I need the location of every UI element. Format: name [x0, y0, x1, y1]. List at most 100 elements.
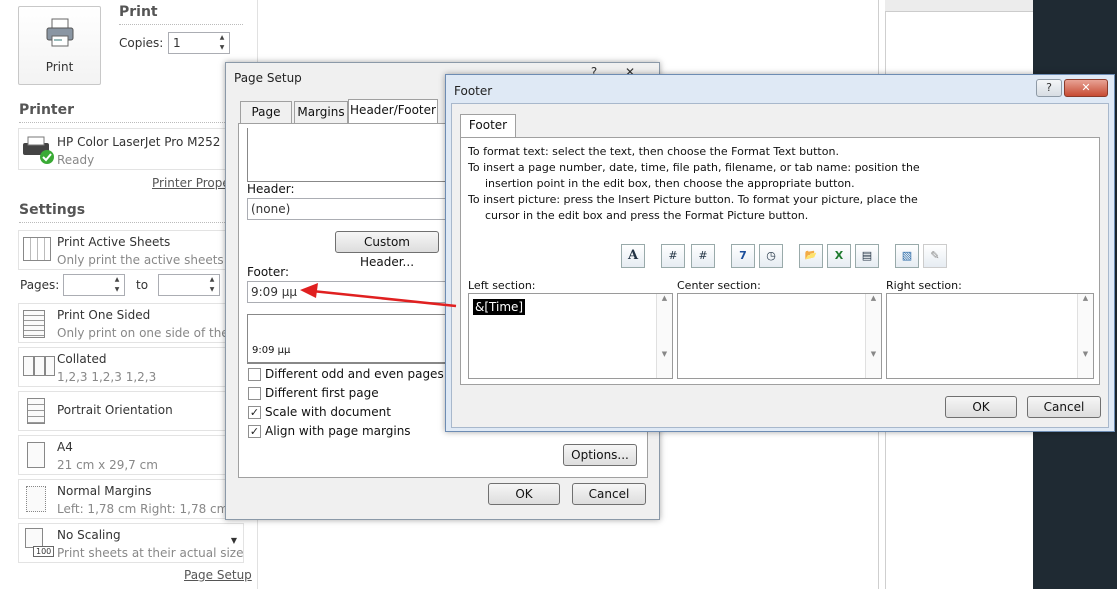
- pages-from-input[interactable]: ▲ ▼: [63, 274, 125, 296]
- collated-icon: [23, 356, 55, 376]
- preview-toolbar: [885, 0, 1033, 12]
- setting-title: Print Active Sheets: [57, 235, 171, 249]
- setting-subtitle: 1,2,3 1,2,3 1,2,3: [57, 370, 157, 384]
- divider: [19, 222, 243, 223]
- setting-title: Portrait Orientation: [57, 403, 173, 417]
- center-section-editor[interactable]: ▲ ▼: [677, 293, 882, 379]
- instruction-line: To insert a page number, date, time, fil…: [468, 161, 920, 174]
- scrollbar[interactable]: ▲ ▼: [865, 294, 881, 378]
- insert-time-icon[interactable]: ◷: [759, 244, 783, 268]
- insert-date-icon[interactable]: 7: [731, 244, 755, 268]
- format-text-icon[interactable]: A: [621, 244, 645, 268]
- instructions: To format text: select the text, then ch…: [468, 144, 920, 224]
- print-what-selector[interactable]: Print Active Sheets Only print the activ…: [18, 230, 244, 270]
- setting-subtitle: 21 cm x 29,7 cm: [57, 458, 158, 472]
- collation-selector[interactable]: Collated 1,2,3 1,2,3 1,2,3: [18, 347, 244, 387]
- center-section-label: Center section:: [677, 279, 761, 292]
- setting-subtitle: Only print on one side of the ...: [57, 326, 244, 340]
- scaling-badge: 100: [33, 546, 55, 557]
- help-icon[interactable]: ?: [1036, 79, 1062, 97]
- format-picture-icon[interactable]: ✎: [923, 244, 947, 268]
- printer-header: Printer: [19, 102, 75, 118]
- right-section-label: Right section:: [886, 279, 962, 292]
- setting-title: Normal Margins: [57, 484, 152, 498]
- tab-page[interactable]: Page: [240, 101, 292, 123]
- left-section-editor[interactable]: &[Time] ▲ ▼: [468, 293, 673, 379]
- scrollbar[interactable]: ▲ ▼: [1077, 294, 1093, 378]
- setting-title: Collated: [57, 352, 107, 366]
- page-setup-title: Page Setup: [234, 71, 302, 85]
- footer-dialog-title: Footer: [454, 84, 493, 98]
- sides-selector[interactable]: Print One Sided Only print on one side o…: [18, 303, 244, 343]
- margins-icon: [26, 486, 46, 512]
- printer-icon: [46, 18, 74, 47]
- tab-margins[interactable]: Margins: [294, 101, 348, 123]
- footer-preview-text: 9:09 μμ: [252, 345, 291, 356]
- scale-with-document-checkbox[interactable]: ✓: [248, 406, 261, 419]
- left-section-text[interactable]: &[Time]: [473, 299, 526, 315]
- pages-to-input[interactable]: ▲ ▼: [158, 274, 220, 296]
- header-dropdown[interactable]: (none): [247, 198, 477, 220]
- tab-footer[interactable]: Footer: [460, 114, 516, 138]
- printer-selector[interactable]: HP Color LaserJet Pro M252 P... Ready: [18, 128, 244, 170]
- first-page-label: Different first page: [265, 386, 379, 400]
- stepper-arrows-icon[interactable]: ▲ ▼: [205, 275, 219, 295]
- insert-page-number-icon[interactable]: #: [661, 244, 685, 268]
- footer-dialog-body: Footer To format text: select the text, …: [451, 103, 1109, 428]
- printer-name: HP Color LaserJet Pro M252 P...: [57, 135, 242, 149]
- options-button[interactable]: Options...: [563, 444, 637, 466]
- scaling-selector[interactable]: 100 No Scaling Print sheets at their act…: [18, 523, 244, 563]
- footer-toolbar: A # # 7 ◷ 📂 X ▤ ▧ ✎: [621, 244, 951, 270]
- divider: [119, 24, 243, 25]
- insert-number-of-pages-icon[interactable]: #: [691, 244, 715, 268]
- chevron-down-icon[interactable]: ▼: [231, 536, 237, 545]
- annotation-arrow: [300, 283, 457, 308]
- paper-size-icon: [27, 442, 45, 468]
- custom-header-button[interactable]: Custom Header...: [335, 231, 439, 269]
- print-settings-pane: Print Print Copies: 1 ▲ ▼ Printer HP Colo…: [0, 0, 258, 589]
- footer-panel: To format text: select the text, then ch…: [460, 137, 1100, 385]
- align-margins-checkbox[interactable]: ✓: [248, 425, 261, 438]
- instruction-line: To format text: select the text, then ch…: [468, 145, 839, 158]
- insert-sheet-name-icon[interactable]: ▤: [855, 244, 879, 268]
- right-section-editor[interactable]: ▲ ▼: [886, 293, 1094, 379]
- stepper-arrows-icon[interactable]: ▲ ▼: [110, 275, 124, 295]
- scale-with-document-label: Scale with document: [265, 405, 391, 419]
- to-label: to: [136, 278, 149, 292]
- first-page-checkbox[interactable]: [248, 387, 261, 400]
- page-setup-cancel-button[interactable]: Cancel: [572, 483, 646, 505]
- footer-preview: 9:09 μμ: [247, 314, 467, 364]
- copies-stepper[interactable]: 1 ▲ ▼: [168, 32, 230, 54]
- printer-status: Ready: [57, 153, 95, 167]
- footer-ok-button[interactable]: OK: [945, 396, 1017, 418]
- scrollbar[interactable]: ▲ ▼: [656, 294, 672, 378]
- tab-header-footer[interactable]: Header/Footer: [348, 99, 438, 123]
- setting-subtitle: Only print the active sheets: [57, 253, 224, 267]
- setting-subtitle: Print sheets at their actual size: [57, 546, 244, 560]
- setting-subtitle: Left: 1,78 cm Right: 1,78 cm: [57, 502, 229, 516]
- insert-picture-icon[interactable]: ▧: [895, 244, 919, 268]
- header-value: (none): [251, 202, 291, 216]
- page-setup-link[interactable]: Page Setup: [184, 568, 252, 582]
- odd-even-label: Different odd and even pages: [265, 367, 444, 381]
- close-icon[interactable]: ✕: [1064, 79, 1108, 97]
- page-setup-ok-button[interactable]: OK: [488, 483, 560, 505]
- setting-title: No Scaling: [57, 528, 121, 542]
- print-button[interactable]: Print: [18, 6, 101, 85]
- header-label: Header:: [247, 182, 295, 196]
- insert-file-name-icon[interactable]: X: [827, 244, 851, 268]
- odd-even-checkbox[interactable]: [248, 368, 261, 381]
- orientation-selector[interactable]: Portrait Orientation: [18, 391, 244, 431]
- insert-file-path-icon[interactable]: 📂: [799, 244, 823, 268]
- portrait-icon: [27, 398, 45, 424]
- one-sided-icon: [23, 310, 45, 338]
- margins-selector[interactable]: Normal Margins Left: 1,78 cm Right: 1,78…: [18, 479, 244, 519]
- paper-size-selector[interactable]: A4 21 cm x 29,7 cm: [18, 435, 244, 475]
- instruction-line: To insert picture: press the Insert Pict…: [468, 193, 918, 206]
- header-preview: [247, 128, 467, 182]
- footer-label: Footer:: [247, 265, 290, 279]
- footer-cancel-button[interactable]: Cancel: [1027, 396, 1101, 418]
- settings-header: Settings: [19, 202, 86, 218]
- left-section-label: Left section:: [468, 279, 536, 292]
- stepper-arrows-icon[interactable]: ▲ ▼: [215, 33, 229, 53]
